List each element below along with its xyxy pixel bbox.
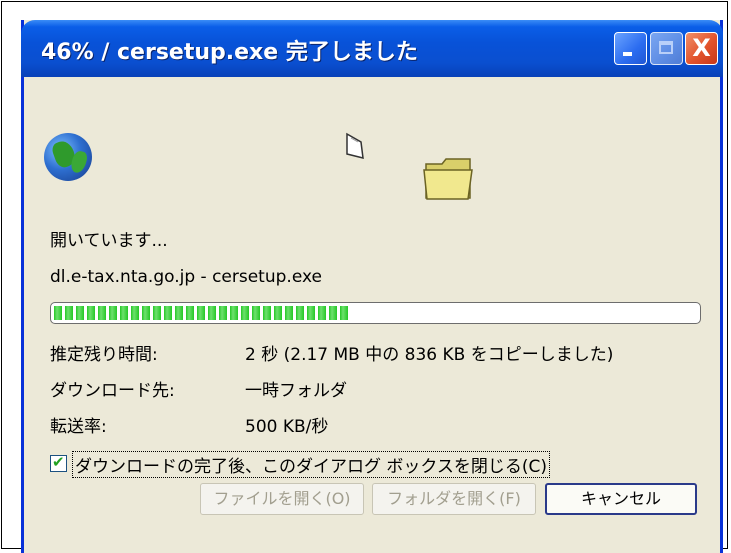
close-on-complete-checkbox[interactable]: ✔: [50, 453, 67, 472]
time-remaining-value: 2 秒 (2.17 MB 中の 836 KB をコピーしました): [245, 345, 614, 365]
minimize-icon[interactable]: [614, 32, 647, 65]
transfer-rate-label: 転送率:: [50, 417, 107, 437]
checkmark-icon: ✔: [52, 453, 65, 471]
transfer-rate-value: 500 KB/秒: [245, 417, 329, 437]
cancel-button[interactable]: キャンセル: [545, 483, 697, 515]
close-on-complete-label[interactable]: ダウンロードの完了後、このダイアログ ボックスを閉じる(C): [72, 451, 551, 478]
flying-document-icon: [346, 132, 364, 159]
open-file-button[interactable]: ファイルを開く(O): [200, 483, 364, 515]
download-to-value: 一時フォルダ: [245, 381, 347, 401]
download-source-text: dl.e-tax.nta.go.jp - cersetup.exe: [50, 267, 322, 287]
window-title: 46% / cersetup.exe 完了しました: [41, 40, 418, 65]
opening-status-text: 開いています...: [50, 231, 168, 251]
open-folder-button[interactable]: フォルダを開く(F): [372, 483, 536, 515]
globe-icon: [44, 133, 92, 181]
time-remaining-label: 推定残り時間:: [50, 345, 158, 365]
folder-icon: [423, 158, 473, 200]
title-bar[interactable]: 46% / cersetup.exe 完了しました X: [21, 20, 723, 77]
close-icon: X: [692, 34, 711, 62]
progress-fill: [54, 306, 350, 320]
download-to-label: ダウンロード先:: [50, 381, 175, 401]
dialog-content: 開いています... dl.e-tax.nta.go.jp - cersetup.…: [24, 77, 720, 553]
close-button[interactable]: X: [685, 32, 718, 65]
maximize-icon[interactable]: [650, 32, 683, 65]
download-dialog: 46% / cersetup.exe 完了しました X 開いています... dl…: [21, 20, 723, 553]
download-progress-bar: [50, 302, 701, 324]
